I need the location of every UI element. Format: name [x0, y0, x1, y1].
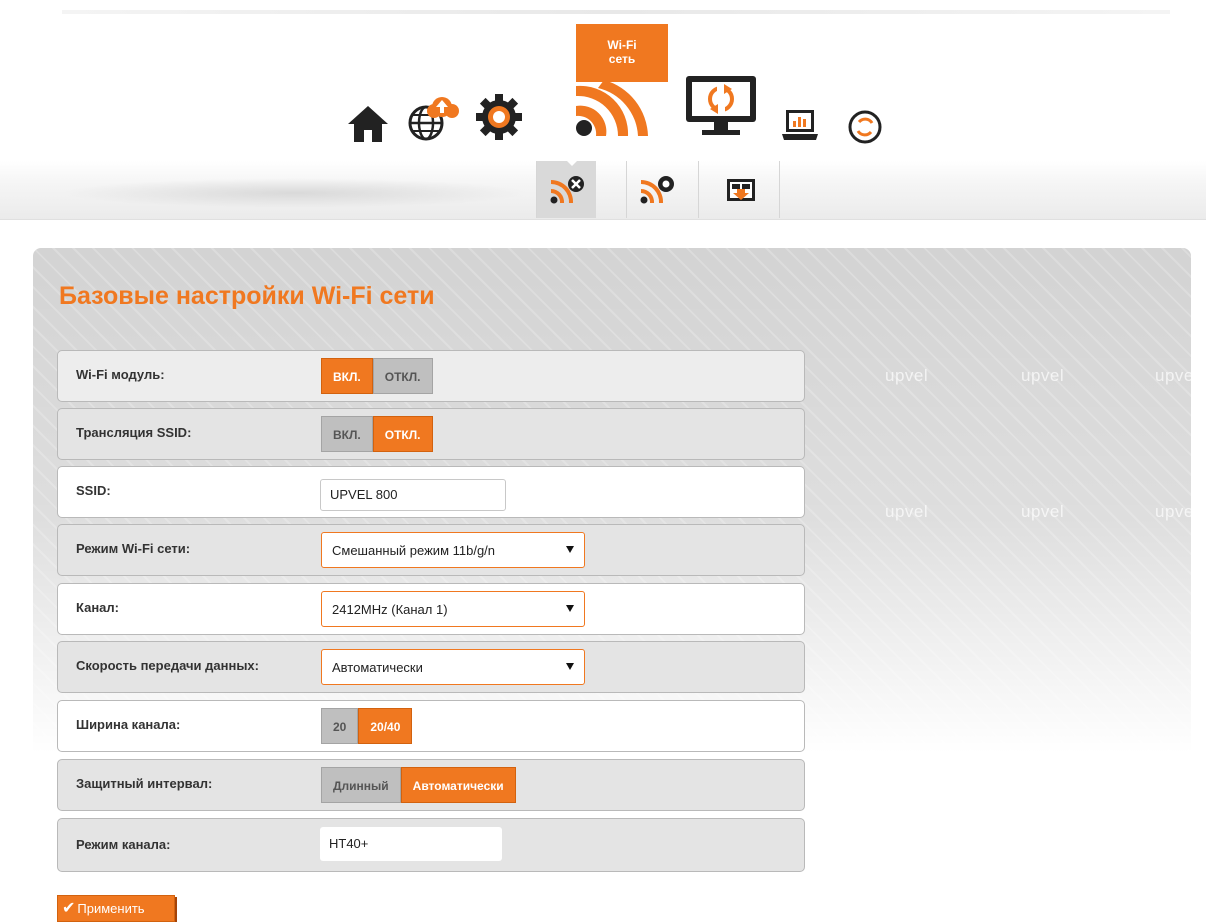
apply-label: Применить — [77, 901, 145, 916]
guard-interval-toggle: Длинный Автоматически — [321, 767, 516, 803]
wifi-module-label: Wi-Fi модуль: — [76, 367, 165, 382]
channel-value: 2412MHz (Канал 1) — [332, 602, 448, 617]
channel-mode-label: Режим канала: — [76, 837, 171, 852]
page-title: Базовые настройки Wi-Fi сети — [59, 282, 435, 310]
row-channel-mode: Режим канала: HT40+ — [57, 818, 805, 872]
watermark-text: upvel — [1155, 502, 1199, 521]
channel-width-20-40-button[interactable]: 20/40 — [358, 708, 413, 744]
subnav-wps[interactable] — [698, 161, 780, 218]
checkmark-icon: ✔ — [62, 900, 76, 917]
wifi-security-icon — [640, 176, 674, 204]
wifi-module-toggle: ВКЛ. ОТКЛ. — [321, 358, 433, 394]
guard-interval-long-button[interactable]: Длинный — [321, 767, 401, 803]
row-guard-interval: Защитный интервал: Длинный Автоматически — [57, 759, 805, 811]
channel-width-toggle: 20 20/40 — [321, 708, 413, 744]
ssid-broadcast-on-button[interactable]: ВКЛ. — [321, 416, 373, 452]
channel-label: Канал: — [76, 600, 119, 615]
row-data-rate: Скорость передачи данных: Автоматически — [57, 641, 805, 693]
guard-interval-label: Защитный интервал: — [76, 776, 213, 791]
wifi-mode-label: Режим Wi-Fi сети: — [76, 541, 191, 556]
data-rate-label: Скорость передачи данных: — [76, 658, 259, 673]
chevron-down-icon — [566, 605, 574, 612]
wifi-mode-select[interactable]: Смешанный режим 11b/g/n — [321, 532, 585, 568]
watermark-text: upvel — [885, 366, 929, 385]
wifi-settings-icon — [550, 176, 584, 204]
ssid-input[interactable]: UPVEL 800 — [320, 479, 506, 511]
row-channel-width: Ширина канала: 20 20/40 — [57, 700, 805, 752]
wifi-icon[interactable] — [568, 76, 652, 140]
row-ssid-broadcast: Трансляция SSID: ВКЛ. ОТКЛ. — [57, 408, 805, 460]
guard-interval-auto-button[interactable]: Автоматически — [400, 767, 516, 803]
tooltip-subtitle: сеть — [608, 52, 636, 66]
row-channel: Канал: 2412MHz (Канал 1) — [57, 583, 805, 635]
power-icon[interactable] — [848, 110, 882, 144]
data-rate-value: Автоматически — [332, 660, 423, 675]
monitor-refresh-icon[interactable] — [684, 74, 758, 138]
subnav-wifi-settings[interactable] — [536, 161, 596, 218]
channel-mode-field: HT40+ — [320, 827, 502, 861]
tooltip-title: Wi-Fi — [607, 38, 637, 52]
home-icon[interactable] — [346, 104, 390, 144]
watermark-text: upvel — [1021, 366, 1065, 385]
laptop-chart-icon[interactable] — [780, 108, 820, 144]
top-rule — [62, 10, 1170, 14]
apply-button[interactable]: ✔ Применить — [57, 895, 175, 922]
row-ssid: SSID: UPVEL 800 — [57, 466, 805, 518]
active-nav-tooltip: Wi-Fi сеть — [576, 24, 668, 82]
channel-select[interactable]: 2412MHz (Канал 1) — [321, 591, 585, 627]
ssid-broadcast-off-button[interactable]: ОТКЛ. — [372, 416, 433, 452]
wps-icon — [727, 179, 755, 201]
data-rate-select[interactable]: Автоматически — [321, 649, 585, 685]
channel-width-20-button[interactable]: 20 — [321, 708, 359, 744]
subnav-wifi-security[interactable] — [626, 161, 686, 218]
subnav-shadow — [60, 178, 530, 208]
ssid-broadcast-label: Трансляция SSID: — [76, 425, 192, 440]
subnav-pointer — [563, 157, 581, 166]
watermark-text: upvel — [1155, 366, 1199, 385]
gear-icon[interactable] — [474, 92, 524, 142]
row-wifi-mode: Режим Wi-Fi сети: Смешанный режим 11b/g/… — [57, 524, 805, 576]
watermark-text: upvel — [1021, 502, 1065, 521]
wifi-mode-value: Смешанный режим 11b/g/n — [332, 543, 496, 558]
row-wifi-module: Wi-Fi модуль: ВКЛ. ОТКЛ. — [57, 350, 805, 402]
ssid-broadcast-toggle: ВКЛ. ОТКЛ. — [321, 416, 433, 452]
wifi-module-on-button[interactable]: ВКЛ. — [321, 358, 373, 394]
ssid-label: SSID: — [76, 483, 111, 498]
wifi-module-off-button[interactable]: ОТКЛ. — [372, 358, 433, 394]
chevron-down-icon — [566, 546, 574, 553]
watermark-text: upvel — [885, 502, 929, 521]
chevron-down-icon — [566, 663, 574, 670]
globe-cloud-icon[interactable] — [406, 93, 462, 143]
channel-width-label: Ширина канала: — [76, 717, 181, 732]
